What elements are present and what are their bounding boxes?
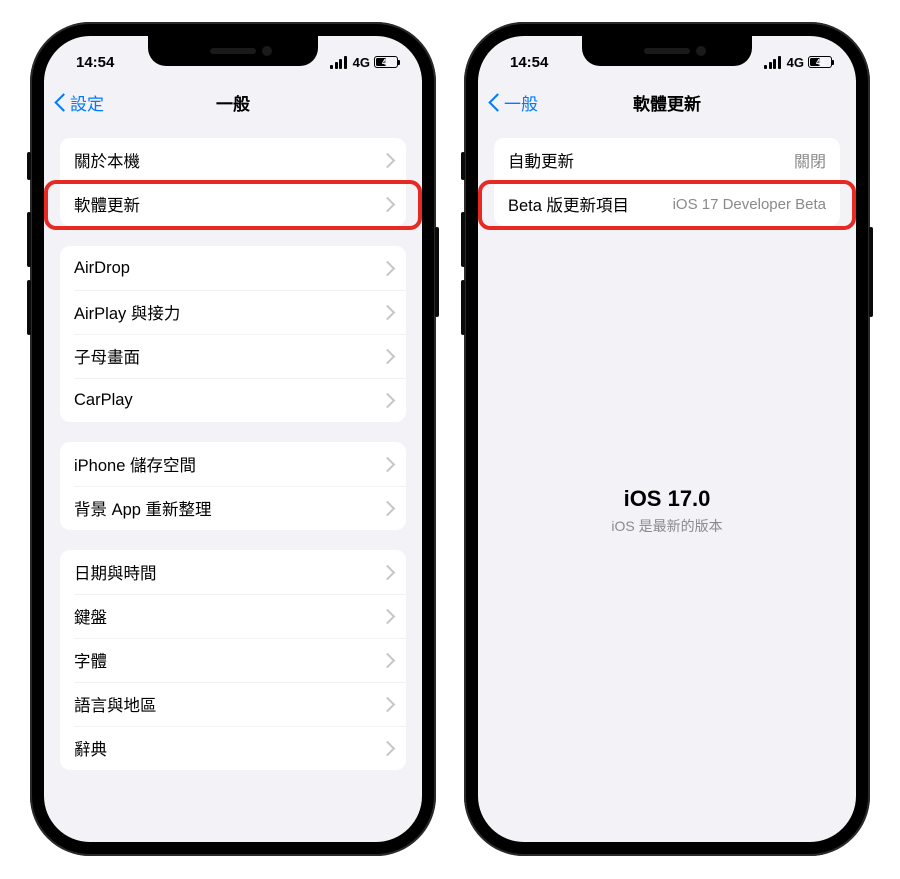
row-label: Beta 版更新項目 (508, 192, 673, 216)
row-keyboard[interactable]: 鍵盤 (60, 594, 406, 638)
row-label: AirPlay 與接力 (74, 300, 376, 324)
signal-icon (330, 56, 347, 69)
power-button (435, 227, 439, 317)
row-pip[interactable]: 子母畫面 (60, 334, 406, 378)
battery-icon: 41 (808, 56, 832, 68)
row-label: 子母畫面 (74, 344, 376, 368)
chevron-right-icon (384, 153, 392, 167)
row-value: iOS 17 Developer Beta (673, 196, 826, 213)
content-general[interactable]: 關於本機 軟體更新 AirDrop AirPlay 與接力 (44, 124, 422, 842)
row-fonts[interactable]: 字體 (60, 638, 406, 682)
row-label: 關於本機 (74, 148, 376, 172)
update-status: iOS 17.0 iOS 是最新的版本 (494, 486, 840, 536)
update-status-text: iOS 是最新的版本 (494, 516, 840, 536)
screen-general: 14:54 4G 41 設定 一般 關於本機 軟體更新 (44, 36, 422, 842)
nav-bar: 設定 一般 (44, 80, 422, 124)
group-general2: 日期與時間 鍵盤 字體 語言與地區 辭典 (60, 550, 406, 770)
content-update[interactable]: 自動更新 關閉 Beta 版更新項目 iOS 17 Developer Beta… (478, 124, 856, 842)
row-background-refresh[interactable]: 背景 App 重新整理 (60, 486, 406, 530)
phone-left: 14:54 4G 41 設定 一般 關於本機 軟體更新 (30, 22, 436, 856)
chevron-right-icon (384, 653, 392, 667)
chevron-right-icon (384, 741, 392, 755)
screen-software-update: 14:54 4G 41 一般 軟體更新 自動更新 關閉 Beta 版更新項目 (478, 36, 856, 842)
mute-switch (461, 152, 465, 180)
volume-up (27, 212, 31, 267)
group-storage: iPhone 儲存空間 背景 App 重新整理 (60, 442, 406, 530)
row-airdrop[interactable]: AirDrop (60, 246, 406, 290)
row-datetime[interactable]: 日期與時間 (60, 550, 406, 594)
chevron-left-icon (54, 92, 66, 112)
chevron-right-icon (384, 697, 392, 711)
row-label: 字體 (74, 648, 376, 672)
row-label: 日期與時間 (74, 560, 376, 584)
ios-version: iOS 17.0 (494, 486, 840, 512)
chevron-right-icon (384, 349, 392, 363)
row-value: 關閉 (794, 148, 826, 172)
battery-icon: 41 (374, 56, 398, 68)
group-airdrop: AirDrop AirPlay 與接力 子母畫面 CarPlay (60, 246, 406, 422)
row-dictionary[interactable]: 辭典 (60, 726, 406, 770)
chevron-right-icon (384, 609, 392, 623)
back-label: 一般 (504, 90, 538, 115)
chevron-right-icon (384, 457, 392, 471)
chevron-left-icon (488, 92, 500, 112)
nav-bar: 一般 軟體更新 (478, 80, 856, 124)
power-button (869, 227, 873, 317)
chevron-right-icon (384, 305, 392, 319)
row-label: CarPlay (74, 391, 376, 410)
volume-down (461, 280, 465, 335)
back-label: 設定 (70, 90, 104, 115)
page-title: 一般 (216, 90, 250, 115)
status-right: 4G 41 (330, 55, 398, 70)
network-label: 4G (353, 55, 370, 70)
volume-down (27, 280, 31, 335)
row-label: 辭典 (74, 736, 376, 760)
row-auto-update[interactable]: 自動更新 關閉 (494, 138, 840, 182)
row-airplay[interactable]: AirPlay 與接力 (60, 290, 406, 334)
volume-up (461, 212, 465, 267)
row-language[interactable]: 語言與地區 (60, 682, 406, 726)
row-storage[interactable]: iPhone 儲存空間 (60, 442, 406, 486)
notch (582, 36, 752, 66)
page-title: 軟體更新 (633, 90, 701, 115)
phone-right: 14:54 4G 41 一般 軟體更新 自動更新 關閉 Beta 版更新項目 (464, 22, 870, 856)
group-about: 關於本機 軟體更新 (60, 138, 406, 226)
row-beta-updates[interactable]: Beta 版更新項目 iOS 17 Developer Beta (494, 182, 840, 226)
back-button[interactable]: 一般 (488, 80, 538, 124)
group-update-options: 自動更新 關閉 Beta 版更新項目 iOS 17 Developer Beta (494, 138, 840, 226)
chevron-right-icon (384, 197, 392, 211)
chevron-right-icon (384, 261, 392, 275)
row-label: 鍵盤 (74, 604, 376, 628)
row-label: iPhone 儲存空間 (74, 452, 376, 476)
signal-icon (764, 56, 781, 69)
chevron-right-icon (384, 565, 392, 579)
chevron-right-icon (384, 501, 392, 515)
mute-switch (27, 152, 31, 180)
status-time: 14:54 (510, 54, 548, 71)
row-label: 軟體更新 (74, 192, 376, 216)
row-label: AirDrop (74, 259, 376, 278)
row-label: 自動更新 (508, 148, 794, 172)
row-label: 背景 App 重新整理 (74, 496, 376, 520)
row-carplay[interactable]: CarPlay (60, 378, 406, 422)
status-right: 4G 41 (764, 55, 832, 70)
chevron-right-icon (384, 393, 392, 407)
notch (148, 36, 318, 66)
status-time: 14:54 (76, 54, 114, 71)
back-button[interactable]: 設定 (54, 80, 104, 124)
network-label: 4G (787, 55, 804, 70)
row-label: 語言與地區 (74, 692, 376, 716)
row-software-update[interactable]: 軟體更新 (60, 182, 406, 226)
row-about[interactable]: 關於本機 (60, 138, 406, 182)
